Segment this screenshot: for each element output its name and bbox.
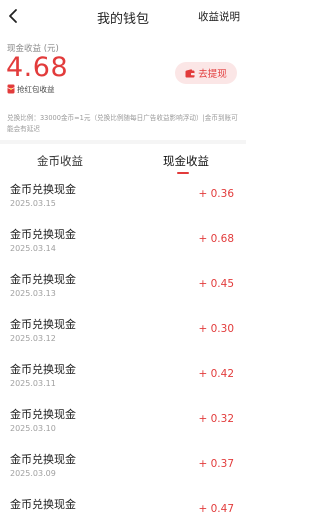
record-amount: + 0.68 <box>198 233 234 245</box>
earnings-tabs: 金币收益 现金收益 <box>0 144 246 174</box>
record-title: 金币兑换现金 <box>10 363 76 376</box>
record-title: 金币兑换现金 <box>10 273 76 286</box>
withdraw-button[interactable]: 去提现 <box>175 62 237 84</box>
record-date: 2025.03.09 <box>10 469 56 478</box>
record-date: 2025.03.12 <box>10 334 56 343</box>
active-tab-indicator <box>177 172 189 174</box>
record-amount: + 0.32 <box>198 413 234 425</box>
list-item: 金币兑换现金 2025.03.10 + 0.32 <box>0 401 246 446</box>
earnings-help-link[interactable]: 收益说明 <box>198 9 240 24</box>
record-title: 金币兑换现金 <box>10 228 76 241</box>
record-date: 2025.03.13 <box>10 289 56 298</box>
tab-coin-earnings[interactable]: 金币收益 <box>37 153 83 169</box>
list-item: 金币兑换现金 2025.03.12 + 0.30 <box>0 311 246 356</box>
wallet-icon <box>185 68 195 77</box>
record-date: 2025.03.10 <box>10 424 56 433</box>
list-item: 金币兑换现金 2025.03.13 + 0.45 <box>0 266 246 311</box>
list-item: 金币兑换现金 2025.03.09 + 0.37 <box>0 446 246 491</box>
red-packet-earnings-tag: 抢红包收益 <box>7 83 55 95</box>
record-title: 金币兑换现金 <box>10 453 76 466</box>
record-title: 金币兑换现金 <box>10 498 76 511</box>
tab-cash-earnings[interactable]: 现金收益 <box>163 153 209 169</box>
list-item: 金币兑换现金 + 0.47 <box>0 491 246 515</box>
list-item: 金币兑换现金 2025.03.14 + 0.68 <box>0 221 246 266</box>
list-item: 金币兑换现金 2025.03.11 + 0.42 <box>0 356 246 401</box>
red-packet-icon <box>7 84 15 94</box>
list-item: 金币兑换现金 2025.03.15 + 0.36 <box>0 176 246 221</box>
record-amount: + 0.45 <box>198 278 234 290</box>
record-date: 2025.03.11 <box>10 379 56 388</box>
record-amount: + 0.47 <box>198 503 234 515</box>
top-nav-bar: 我的钱包 收益说明 <box>0 0 246 32</box>
cash-balance-value: 4.68 <box>6 52 69 83</box>
red-packet-earnings-label: 抢红包收益 <box>17 84 55 94</box>
record-amount: + 0.30 <box>198 323 234 335</box>
record-title: 金币兑换现金 <box>10 318 76 331</box>
record-title: 金币兑换现金 <box>10 183 76 196</box>
cash-records-list: 金币兑换现金 2025.03.15 + 0.36 金币兑换现金 2025.03.… <box>0 176 246 515</box>
record-amount: + 0.36 <box>198 188 234 200</box>
record-date: 2025.03.14 <box>10 244 56 253</box>
record-title: 金币兑换现金 <box>10 408 76 421</box>
record-date: 2025.03.15 <box>10 199 56 208</box>
withdraw-label: 去提现 <box>198 69 227 80</box>
exchange-rate-note: 兑换比例：33000金币≈1元（兑换比例随每日广告收益影响浮动）|金币到账可能会… <box>7 114 238 133</box>
record-amount: + 0.37 <box>198 458 234 470</box>
record-amount: + 0.42 <box>198 368 234 380</box>
